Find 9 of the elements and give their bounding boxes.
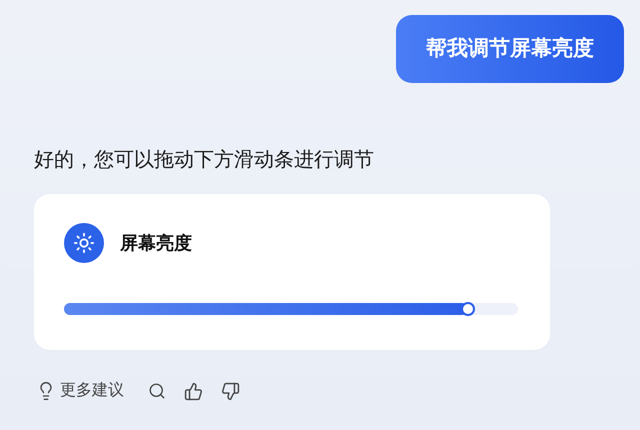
sun-icon [64,223,104,263]
more-suggestions-link[interactable]: 更多建议 [60,379,124,403]
card-title: 屏幕亮度 [120,232,192,254]
thumbs-up-icon[interactable] [184,382,203,400]
search-icon[interactable] [148,382,166,400]
reply-text: 好的，您可以拖动下方滑动条进行调节 [34,148,375,173]
user-message-bubble: 帮我调节屏幕亮度 [396,15,624,83]
thumbs-down-icon[interactable] [221,382,240,400]
slider-thumb[interactable] [461,302,476,316]
